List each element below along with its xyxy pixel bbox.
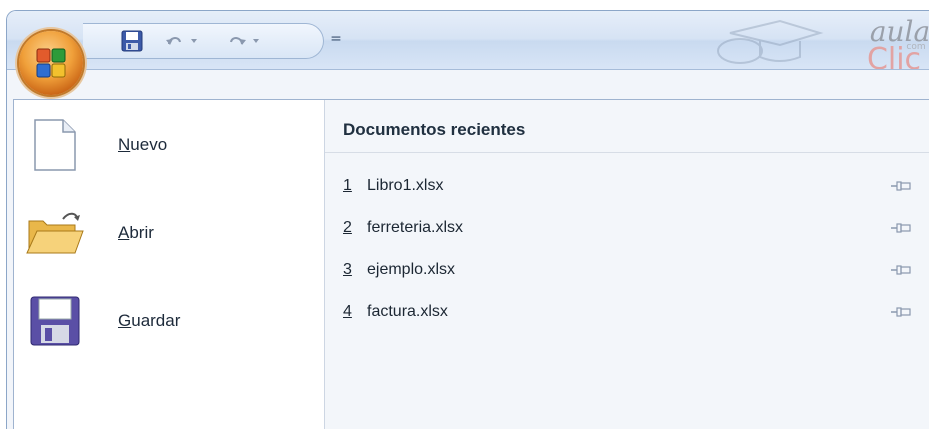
menu-item-guardar-accesskey: G: [118, 311, 132, 330]
recent-item[interactable]: 4 factura.xlsx: [343, 298, 923, 326]
menu-item-abrir-label: brir: [129, 223, 154, 242]
aulaclic-watermark: aula com Clic: [717, 15, 929, 69]
recent-item-name: ejemplo.xlsx: [367, 261, 456, 278]
recent-documents-title: Documentos recientes: [343, 120, 526, 139]
office-logo-icon: [36, 48, 66, 78]
pin-icon[interactable]: [891, 179, 911, 193]
office-button[interactable]: [19, 31, 83, 95]
pin-icon[interactable]: [891, 305, 911, 319]
save-disk-icon: [22, 289, 88, 353]
pin-icon[interactable]: [891, 221, 911, 235]
redo-icon[interactable]: [225, 29, 265, 53]
menu-item-nuevo-accesskey: N: [118, 135, 131, 154]
quick-access-toolbar: [83, 23, 324, 59]
recent-item[interactable]: 2 ferreteria.xlsx: [343, 214, 923, 242]
open-folder-icon: [22, 201, 88, 265]
menu-item-guardar[interactable]: Guardar: [22, 284, 312, 358]
undo-icon[interactable]: [163, 29, 203, 53]
new-document-icon: [22, 113, 88, 177]
save-icon[interactable]: [121, 29, 143, 53]
pin-icon[interactable]: [891, 263, 911, 277]
recent-item-name: ferreteria.xlsx: [367, 219, 464, 236]
recent-item[interactable]: 3 ejemplo.xlsx: [343, 256, 923, 284]
office-menu-commands: Nuevo Abrir Guardar: [14, 100, 325, 429]
recent-item-name: Libro1.xlsx: [367, 177, 444, 194]
recent-item-number: 3: [343, 261, 352, 278]
menu-item-guardar-label: uardar: [131, 311, 181, 330]
recent-documents-header: Documentos recientes: [325, 100, 929, 153]
menu-item-nuevo[interactable]: Nuevo: [22, 108, 312, 182]
recent-item-name: factura.xlsx: [367, 303, 448, 320]
recent-item[interactable]: 1 Libro1.xlsx: [343, 172, 923, 200]
recent-item-number: 2: [343, 219, 352, 236]
recent-documents-pane: Documentos recientes 1 Libro1.xlsx 2 fer…: [325, 100, 929, 429]
recent-item-number: 4: [343, 303, 352, 320]
excel-window: = aula com Clic Nuevo Abrir Guardar Docu…: [6, 10, 929, 429]
title-bar: = aula com Clic: [7, 11, 929, 70]
menu-item-abrir[interactable]: Abrir: [22, 196, 312, 270]
recent-item-number: 1: [343, 177, 352, 194]
watermark-clic: Clic: [867, 42, 921, 69]
menu-item-nuevo-label: uevo: [130, 135, 168, 154]
customize-qat-button[interactable]: =: [329, 29, 343, 49]
office-menu-panel: Nuevo Abrir Guardar Documentos recientes…: [13, 99, 929, 429]
menu-item-abrir-accesskey: A: [118, 223, 130, 242]
